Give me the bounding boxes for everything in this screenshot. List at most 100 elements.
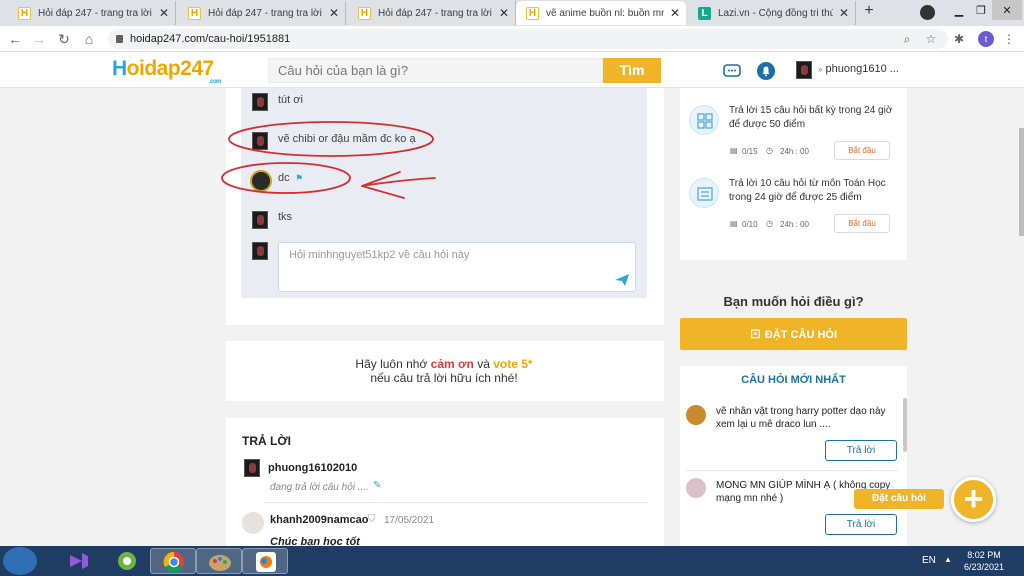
comment-avatar (252, 93, 268, 111)
hoidap-favicon-icon: H (188, 6, 201, 20)
menu-icon[interactable]: ⋮ (1000, 30, 1018, 48)
question-avatar (686, 405, 706, 425)
address-bar[interactable]: hoidap247.com/cau-hoi/1951881 (108, 29, 948, 49)
lock-icon (116, 35, 123, 43)
ask-prompt: Bạn muốn hỏi điều gì? (723, 294, 864, 309)
logo-h: H (112, 57, 127, 80)
logo-text: oidap247 (126, 57, 215, 80)
answer-username[interactable]: khanh2009namcao (270, 514, 368, 526)
start-task-button[interactable]: Bắt đầu (834, 214, 890, 233)
window-close-icon[interactable]: ✕ (992, 0, 1022, 20)
site-logo[interactable]: Hoidap247 .com (112, 57, 222, 85)
search-button[interactable]: Tìm (603, 58, 661, 83)
list-task-icon (689, 178, 719, 208)
answer-question-button[interactable]: Trả lời (825, 440, 897, 461)
comment-text: vẽ chibi or đậu mầm đc ko ạ (278, 133, 416, 145)
windows-start-icon[interactable] (3, 547, 37, 575)
task-progress: 0/10 (742, 220, 758, 229)
restore-icon[interactable]: ❐ (970, 0, 992, 20)
task-description: Trả lời 15 câu hỏi bất kỳ trong 24 giờ đ… (729, 105, 893, 130)
task-progress: 0/15 (742, 147, 758, 156)
visual-studio-icon[interactable] (56, 548, 102, 574)
clock-date: 6/23/2021 (963, 562, 1005, 572)
close-icon[interactable]: ✕ (670, 6, 680, 20)
browser-tab-3[interactable]: H Hỏi đáp 247 - trang tra lời ✕ (348, 1, 516, 25)
user-avatar[interactable] (796, 61, 812, 79)
question-text[interactable]: vẽ nhân vật trong harry potter dạo này x… (716, 405, 899, 431)
search-input[interactable]: Câu hỏi của bạn là gì? (268, 58, 603, 83)
app-icon[interactable] (104, 548, 150, 574)
os-taskbar: EN ▲ 8:02 PM 6/23/2021 (0, 546, 1024, 576)
reminder-text: Hãy luôn nhớ cảm ơn và vote 5* nếu câu t… (241, 357, 647, 385)
question-avatar (686, 478, 706, 498)
comment-reply-input[interactable]: Hỏi minhnguyet51kp2 về câu hỏi này (278, 242, 636, 292)
forward-icon[interactable]: → (30, 30, 48, 48)
questions-scrollbar[interactable] (903, 398, 907, 452)
browser-tab-1[interactable]: H Hỏi đáp 247 - trang tra lời ✕ (8, 1, 176, 25)
browser-tab-active[interactable]: H vẽ anime buồn nl: buồn mn cl ✕ (516, 1, 686, 25)
back-icon[interactable]: ← (6, 30, 24, 48)
send-icon[interactable] (614, 273, 630, 287)
reminder-thanks: cảm ơn (430, 357, 474, 371)
answer-avatar (242, 512, 264, 534)
add-question-plus-icon[interactable]: + (951, 477, 996, 522)
account-icon[interactable] (920, 5, 935, 20)
language-indicator[interactable]: EN (922, 555, 936, 566)
extensions-icon[interactable]: ✱ (950, 30, 968, 48)
tab-label: Hỏi đáp 247 - trang tra lời (378, 7, 492, 19)
clock-icon: ◷ (766, 146, 773, 155)
close-icon[interactable]: ✕ (499, 6, 509, 20)
task-progress-icon: ▤ (730, 219, 738, 228)
browser-tab-5[interactable]: L Lazi.vn - Cộng đồng tri thức & ✕ (688, 1, 856, 25)
close-icon[interactable]: ✕ (329, 6, 339, 20)
task-description: Trả lời 10 câu hỏi từ môn Toán Học trong… (729, 178, 886, 203)
hoidap-favicon-icon: H (526, 6, 539, 20)
paint-3d-icon[interactable] (242, 548, 288, 574)
task-time: 24h : 00 (780, 220, 809, 229)
site-header: Hoidap247 .com Câu hỏi của bạn là gì? Tìm… (0, 52, 1024, 88)
reminder-prefix: Hãy luôn nhớ (355, 357, 431, 371)
tab-label: Hỏi đáp 247 - trang tra lời (38, 7, 152, 19)
ask-question-button[interactable]: ⊡ ĐẶT CÂU HỎI (680, 318, 907, 350)
minimize-icon[interactable]: ▁ (948, 0, 970, 20)
fab-label[interactable]: Đặt câu hỏi (854, 489, 944, 509)
paint-icon[interactable] (196, 548, 242, 574)
comment-text: dc (278, 172, 290, 184)
close-icon[interactable]: ✕ (159, 6, 169, 20)
task-progress-icon: ▤ (730, 146, 738, 155)
browser-tab-2[interactable]: H Hỏi đáp 247 - trang tra lời ✕ (178, 1, 346, 25)
username-menu[interactable]: » phuong1610 ... (818, 63, 899, 75)
home-icon[interactable]: ⌂ (80, 30, 98, 48)
pencil-icon: ✎ (373, 480, 382, 491)
browser-toolbar: ← → ↻ ⌂ hoidap247.com/cau-hoi/1951881 ⌕ … (0, 26, 1024, 52)
start-task-button[interactable]: Bắt đầu (834, 141, 890, 160)
reload-icon[interactable]: ↻ (55, 30, 73, 48)
grid-task-icon (689, 105, 719, 135)
username-label: phuong1610 ... (825, 63, 899, 75)
profile-avatar[interactable]: t (978, 31, 994, 47)
tray-arrow-icon[interactable]: ▲ (944, 555, 952, 564)
ask-button-label: ĐẶT CÂU HỎI (764, 329, 837, 341)
zoom-icon[interactable]: ⌕ (898, 30, 916, 48)
reminder-line2: nếu câu trả lời hữu ích nhé! (370, 371, 518, 385)
page-scrollbar[interactable] (1019, 128, 1024, 236)
answer-question-button[interactable]: Trả lời (825, 514, 897, 535)
current-user-avatar (252, 242, 268, 260)
tab-label: Lazi.vn - Cộng đồng tri thức & (718, 7, 833, 19)
tab-label: vẽ anime buồn nl: buồn mn cl (546, 7, 664, 19)
chevron-down-icon: » (818, 65, 823, 74)
answer-username[interactable]: phuong16102010 (268, 462, 357, 474)
new-tab-icon[interactable]: + (860, 3, 878, 21)
bookmark-star-icon[interactable]: ☆ (922, 30, 940, 48)
notification-bell-icon[interactable] (756, 61, 776, 81)
chat-icon[interactable] (722, 61, 742, 81)
close-icon[interactable]: ✕ (839, 6, 849, 20)
chrome-icon[interactable] (150, 548, 196, 574)
hoidap-favicon-icon: H (358, 6, 371, 20)
clock[interactable]: 8:02 PM 6/23/2021 (958, 549, 1010, 573)
report-flag-icon[interactable]: ⚑ (295, 173, 303, 184)
answer-status: đang trả lời câu hỏi .... (270, 482, 369, 493)
tab-label: Hỏi đáp 247 - trang tra lời (208, 7, 322, 19)
comment-avatar (252, 132, 268, 150)
lazi-favicon-icon: L (698, 6, 711, 20)
